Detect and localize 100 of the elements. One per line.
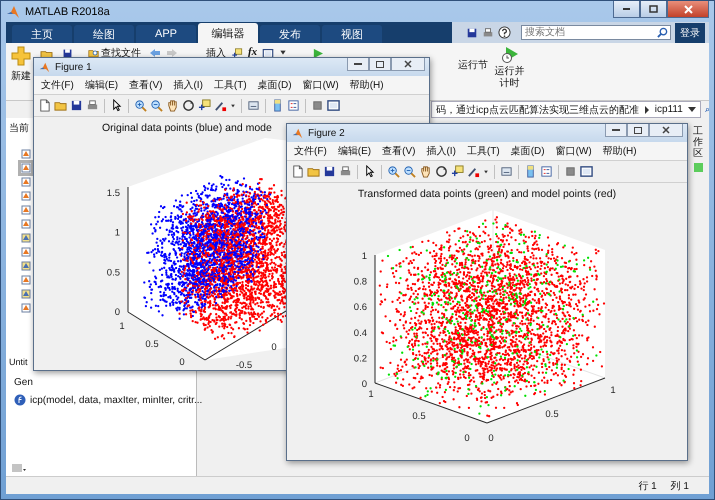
zoom-in-icon[interactable]: [134, 99, 147, 112]
menu-item[interactable]: 窗口(W): [556, 144, 592, 158]
link-plot-icon[interactable]: [500, 165, 513, 178]
menu-item[interactable]: 插入(I): [173, 78, 203, 92]
minimize-button[interactable]: [347, 58, 369, 71]
file-icon[interactable]: [21, 205, 31, 215]
rotate-icon[interactable]: [435, 165, 448, 178]
run-section-button[interactable]: 运行节: [458, 58, 488, 72]
menu-item[interactable]: 查看(V): [382, 144, 416, 158]
dropdown-caret-icon[interactable]: [688, 106, 696, 112]
plus-icon[interactable]: [11, 46, 31, 66]
rotate-icon[interactable]: [182, 99, 195, 112]
menu-item[interactable]: 帮助(H): [350, 78, 384, 92]
zoom-out-icon[interactable]: [150, 99, 163, 112]
file-icon[interactable]: [21, 289, 31, 299]
address-field[interactable]: 码，通过icp点云匹配算法实现三维点云的配准 icp111: [431, 101, 701, 118]
menu-item[interactable]: 编辑(E): [338, 144, 372, 158]
file-icon[interactable]: [21, 233, 31, 243]
tick-label: 1.5: [106, 188, 120, 199]
login-link[interactable]: 登录: [675, 22, 705, 42]
minimize-button[interactable]: [605, 124, 627, 137]
ribbon-tab[interactable]: 编辑器: [198, 23, 258, 43]
run-and-time-icon[interactable]: [500, 46, 518, 64]
minimize-button[interactable]: [613, 1, 640, 18]
pan-hand-icon[interactable]: [166, 99, 179, 112]
menu-item[interactable]: 桌面(D): [258, 78, 292, 92]
ribbon-tab[interactable]: 绘图: [74, 25, 134, 43]
workspace-tab[interactable]: 工作区: [693, 126, 703, 159]
pan-hand-icon[interactable]: [419, 165, 432, 178]
file-icon[interactable]: [21, 247, 31, 257]
find-files-button[interactable]: 查找文件: [88, 46, 141, 60]
menu-item[interactable]: 编辑(E): [84, 78, 118, 92]
window-icon[interactable]: [580, 165, 593, 178]
brush-icon[interactable]: [214, 99, 227, 112]
data-cursor-icon[interactable]: [451, 165, 464, 178]
new-label[interactable]: 新建: [11, 69, 31, 83]
new-file-icon[interactable]: [38, 99, 51, 112]
fx-button[interactable]: fx: [248, 46, 258, 58]
zoom-out-icon[interactable]: [403, 165, 416, 178]
figure-title: Figure 1: [55, 62, 92, 72]
close-button[interactable]: [667, 1, 709, 18]
file-icon[interactable]: [21, 303, 31, 313]
menu-item[interactable]: 桌面(D): [510, 144, 545, 158]
file-icon[interactable]: [21, 219, 31, 229]
ribbon-tab[interactable]: 视图: [322, 25, 382, 43]
close-button[interactable]: [649, 124, 683, 137]
menu-item[interactable]: 窗口(W): [302, 78, 339, 92]
square-icon[interactable]: [311, 99, 324, 112]
search-field[interactable]: 搜索文档: [521, 25, 671, 40]
insert-button[interactable]: 插入: [206, 46, 226, 60]
maximize-button[interactable]: [640, 1, 667, 18]
square-icon[interactable]: [564, 165, 577, 178]
back-arrow-icon[interactable]: [149, 48, 161, 58]
file-icon[interactable]: [21, 191, 31, 201]
save-icon[interactable]: [466, 26, 478, 38]
insert-icon[interactable]: [231, 48, 243, 59]
ribbon-tab[interactable]: APP: [136, 25, 196, 43]
menu-item[interactable]: 工具(T): [466, 144, 500, 158]
file-icon[interactable]: [21, 149, 31, 159]
print-icon[interactable]: [86, 99, 99, 112]
save-icon[interactable]: [70, 99, 83, 112]
legend-icon[interactable]: [287, 99, 300, 112]
ribbon-tab[interactable]: 主页: [12, 25, 72, 43]
data-cursor-icon[interactable]: [198, 99, 211, 112]
window-icon[interactable]: [327, 99, 340, 112]
print-icon[interactable]: [339, 165, 352, 178]
menu-item[interactable]: 文件(F): [294, 144, 327, 158]
maximize-button[interactable]: [369, 58, 391, 71]
figure-icon[interactable]: [262, 48, 274, 59]
menu-item[interactable]: 文件(F): [41, 78, 74, 92]
new-file-icon[interactable]: [291, 165, 304, 178]
tick-label: 0.2: [354, 353, 367, 364]
menu-item[interactable]: 查看(V): [129, 78, 162, 92]
link-plot-icon[interactable]: [247, 99, 260, 112]
menu-item[interactable]: 插入(I): [426, 144, 456, 158]
menu-item[interactable]: 帮助(H): [602, 144, 637, 158]
search-icon[interactable]: [657, 27, 668, 38]
zoom-in-icon[interactable]: [387, 165, 400, 178]
path-text: 码，通过icp点云匹配算法实现三维点云的配准: [436, 104, 639, 116]
menu-item[interactable]: 工具(T): [214, 78, 247, 92]
brush-icon[interactable]: [467, 165, 480, 178]
status-column: 列 1: [670, 478, 689, 492]
folder-text[interactable]: icp111: [654, 104, 683, 115]
file-icon[interactable]: [21, 177, 31, 187]
file-icon[interactable]: [21, 261, 31, 271]
print-icon[interactable]: [482, 26, 494, 38]
run-and-time-label[interactable]: 运行并计时: [494, 66, 525, 89]
save-icon[interactable]: [323, 165, 336, 178]
close-button[interactable]: [391, 58, 425, 71]
file-icon[interactable]: [21, 163, 31, 173]
help-icon[interactable]: [498, 26, 511, 39]
plot-title: Transformed data points (green) and model points (red): [358, 187, 616, 200]
legend-icon[interactable]: [540, 165, 553, 178]
ribbon-tab[interactable]: 发布: [260, 25, 320, 43]
status-indicator-icon: [694, 163, 702, 172]
maximize-button[interactable]: [627, 124, 649, 137]
save-icon[interactable]: [61, 48, 74, 59]
forward-arrow-icon[interactable]: [166, 48, 178, 58]
file-icon[interactable]: [21, 275, 31, 285]
grip-icon[interactable]: [12, 463, 28, 473]
